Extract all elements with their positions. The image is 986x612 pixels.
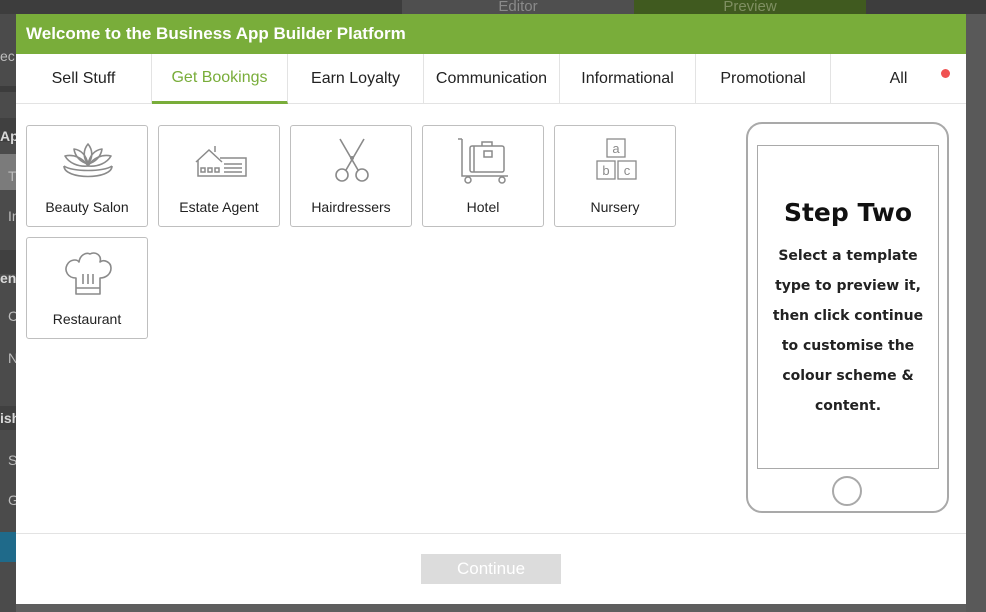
- background-tab-preview: Preview: [634, 0, 866, 14]
- background-right-panel: [966, 14, 986, 612]
- continue-button[interactable]: Continue: [421, 554, 561, 584]
- background-sidebar: ec Ap T In en C N ish S G: [0, 14, 16, 612]
- svg-text:a: a: [612, 141, 620, 156]
- phone-preview: Step Two Select a template type to previ…: [746, 122, 949, 513]
- tab-label: Sell Stuff: [51, 70, 116, 87]
- template-label: Nursery: [590, 199, 640, 215]
- tab-label: Communication: [435, 70, 548, 87]
- tab-communication[interactable]: Communication: [424, 54, 560, 104]
- template-tile-estate-agent[interactable]: Estate Agent: [158, 125, 280, 227]
- tab-label: Get Bookings: [171, 68, 268, 86]
- tab-earn-loyalty[interactable]: Earn Loyalty: [288, 54, 424, 104]
- template-tile-beauty-salon[interactable]: Beauty Salon: [26, 125, 148, 227]
- svg-text:c: c: [624, 163, 631, 178]
- preview-title: Step Two: [783, 198, 913, 227]
- tab-promotional[interactable]: Promotional: [696, 54, 831, 104]
- template-label: Hairdressers: [311, 199, 391, 215]
- house-icon: [195, 146, 247, 177]
- tab-get-bookings[interactable]: Get Bookings: [152, 54, 288, 104]
- background-sidebar-text: G: [8, 492, 16, 508]
- background-sidebar-text: ec: [0, 48, 15, 64]
- phone-screen: Step Two Select a template type to previ…: [757, 145, 939, 469]
- preview-instructions: Select a template type to preview it, th…: [772, 248, 924, 414]
- background-sidebar-text: N: [8, 350, 16, 366]
- lotus-icon: [63, 143, 113, 178]
- tab-label: All: [889, 70, 908, 87]
- tab-sell-stuff[interactable]: Sell Stuff: [16, 54, 152, 104]
- tab-all[interactable]: All: [831, 54, 966, 104]
- template-tile-hotel[interactable]: Hotel: [422, 125, 544, 227]
- background-sidebar-divider: [0, 86, 16, 92]
- tab-label: Informational: [581, 70, 674, 87]
- template-label: Estate Agent: [179, 199, 259, 215]
- template-label: Restaurant: [52, 311, 122, 327]
- template-tile-restaurant[interactable]: Restaurant: [26, 237, 148, 339]
- background-sidebar-text: S: [8, 452, 16, 468]
- background-sidebar-text: Ap: [0, 128, 16, 144]
- template-label: Beauty Salon: [45, 199, 129, 215]
- background-sidebar-text: ish: [0, 410, 16, 426]
- tab-label: Earn Loyalty: [311, 70, 400, 87]
- background-sidebar-text: T: [8, 168, 16, 184]
- luggage-trolley-icon: [458, 138, 508, 184]
- chef-hat-icon: [65, 252, 112, 295]
- abc-blocks-icon: a b c: [596, 138, 637, 180]
- svg-text:b: b: [602, 163, 609, 178]
- template-tile-nursery[interactable]: a b c Nursery: [554, 125, 676, 227]
- welcome-modal: Welcome to the Business App Builder Plat…: [16, 14, 966, 604]
- background-tab-editor: Editor: [402, 0, 634, 14]
- phone-home-button-icon: [832, 476, 862, 506]
- category-tabs: Sell Stuff Get Bookings Earn Loyalty Com…: [16, 54, 966, 104]
- notification-dot-icon: [941, 69, 950, 78]
- tab-label: Promotional: [720, 70, 806, 87]
- template-label: Hotel: [466, 199, 500, 215]
- background-sidebar-text: C: [8, 308, 16, 324]
- footer-divider: [16, 533, 966, 534]
- template-tile-hairdressers[interactable]: Hairdressers: [290, 125, 412, 227]
- background-sidebar-text: In: [8, 208, 16, 224]
- background-sidebar-text: en: [0, 270, 16, 286]
- scissors-icon: [335, 138, 369, 182]
- tab-informational[interactable]: Informational: [560, 54, 696, 104]
- background-sidebar-highlight: [0, 532, 16, 562]
- modal-title: Welcome to the Business App Builder Plat…: [16, 14, 966, 54]
- background-bottom-strip: [16, 604, 966, 612]
- background-topbar: Editor Preview: [0, 0, 986, 14]
